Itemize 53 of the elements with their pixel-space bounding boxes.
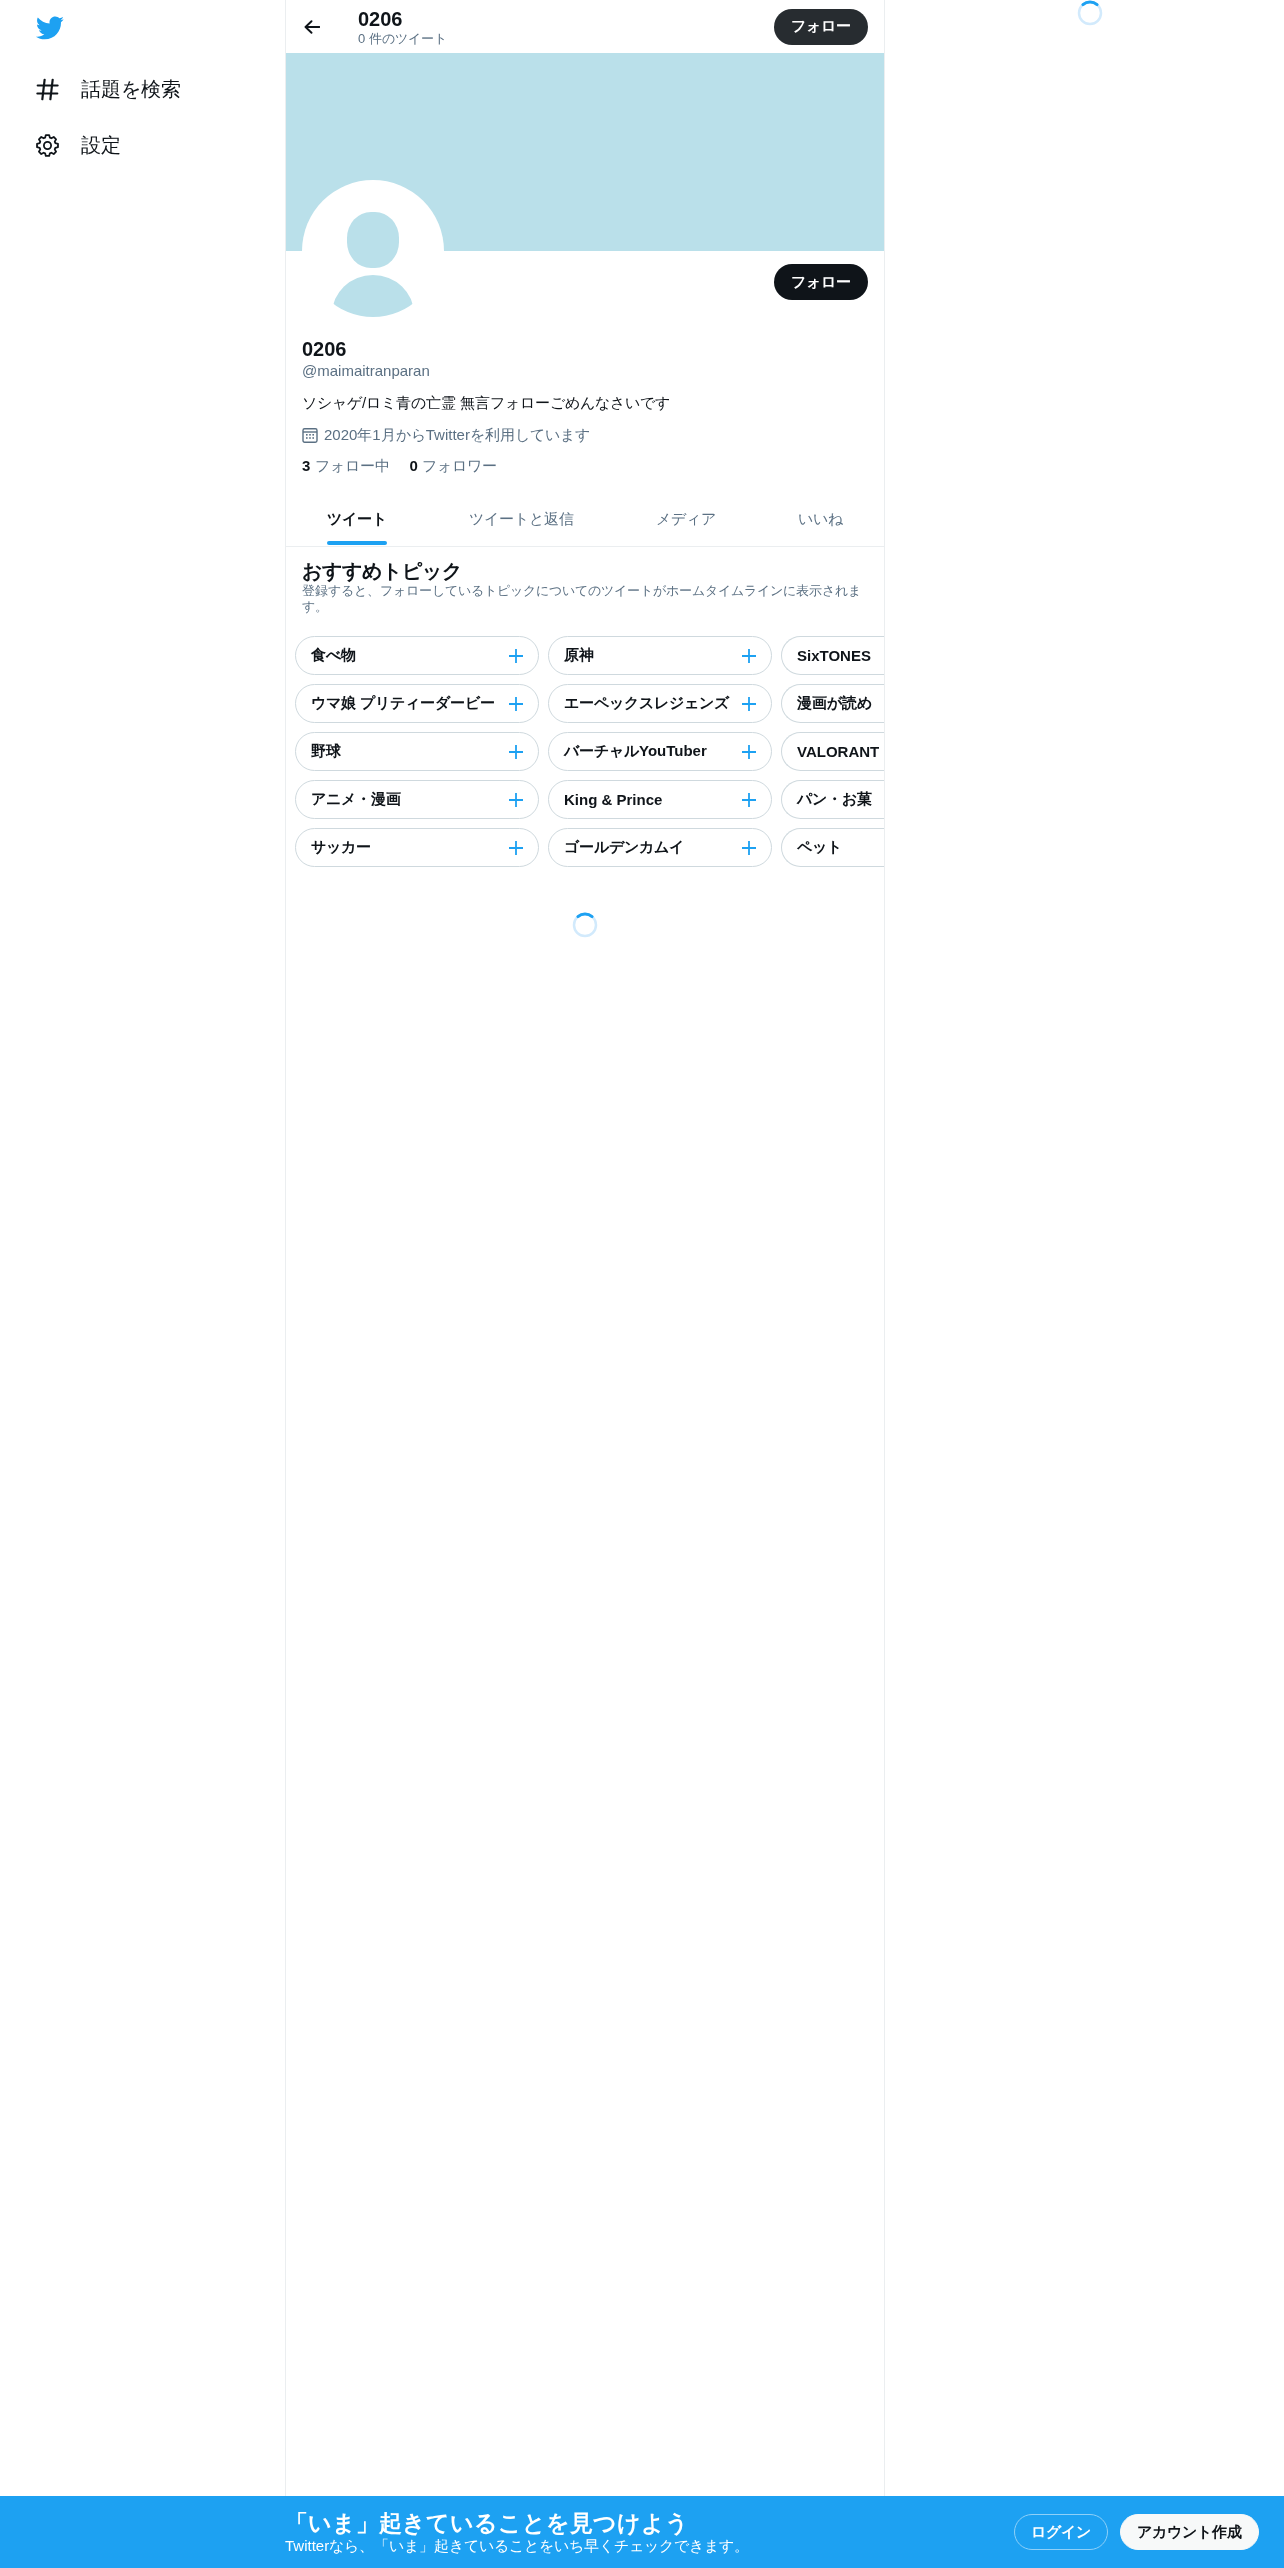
topic-chip[interactable]: エーペックスレジェンズ <box>548 684 772 723</box>
calendar-icon <box>302 427 318 443</box>
profile-bio: ソシャゲ/ロミ青の亡霊 無言フォローごめんなさいです <box>302 393 671 413</box>
plus-icon <box>742 840 756 855</box>
topic-chip[interactable]: サッカー <box>295 828 539 867</box>
plus-icon <box>742 696 756 711</box>
topic-chip[interactable]: ペット <box>781 828 884 867</box>
sidebar-item[interactable]: 設定 <box>35 117 181 173</box>
profile-tab[interactable]: ツイート <box>286 493 428 546</box>
topic-chip[interactable]: 食べ物 <box>295 636 539 675</box>
plus-icon <box>509 744 523 759</box>
plus-icon <box>742 792 756 807</box>
topic-chip[interactable]: ゴールデンカムイ <box>548 828 772 867</box>
topics-description: 登録すると、フォローしているトピックについてのツイートがホームタイムラインに表示されます。 <box>302 583 862 615</box>
topic-chip[interactable]: アニメ・漫画 <box>295 780 539 819</box>
plus-icon <box>509 648 523 663</box>
profile-tab[interactable]: いいね <box>757 493 884 546</box>
plus-icon <box>742 648 756 663</box>
profile-handle: @maimaitranparan <box>302 361 430 381</box>
topic-chip[interactable]: 野球 <box>295 732 539 771</box>
topic-chip[interactable]: パン・お菓 <box>781 780 884 819</box>
followers-link[interactable]: 0 フォロワー <box>409 456 498 476</box>
plus-icon <box>509 840 523 855</box>
topic-chip[interactable]: 原神 <box>548 636 772 675</box>
bird-icon[interactable] <box>35 16 64 40</box>
settings-icon <box>36 133 59 157</box>
hashtag-icon <box>36 77 59 101</box>
plus-icon <box>742 744 756 759</box>
plus-icon <box>509 696 523 711</box>
plus-icon <box>509 792 523 807</box>
following-link[interactable]: 3 フォロー中 <box>302 456 390 476</box>
topics-title: おすすめトピック <box>302 559 462 583</box>
back-arrow-icon[interactable] <box>304 19 320 34</box>
join-date: 2020年1月からTwitterを利用しています <box>324 425 590 445</box>
topic-chip[interactable]: VALORANT <box>781 732 884 771</box>
loading-spinner-icon <box>1076 0 1103 26</box>
topic-chip[interactable]: King & Prince <box>548 780 772 819</box>
loading-spinner-icon <box>572 912 598 938</box>
follow-button[interactable]: フォロー <box>774 8 868 45</box>
topic-chip[interactable]: バーチャルYouTuber <box>548 732 772 771</box>
signup-button[interactable]: アカウント作成 <box>1120 2514 1259 2550</box>
header-title: 0206 <box>358 6 403 31</box>
profile-name: 0206 <box>302 337 347 361</box>
topic-chip[interactable]: 漫画が読め <box>781 684 884 723</box>
topic-chip[interactable]: ウマ娘 プリティーダービー <box>295 684 539 723</box>
banner-subtitle: Twitterなら、「いま」起きていることをいち早くチェックできます。 <box>285 2537 750 2555</box>
follow-button[interactable]: フォロー <box>774 264 868 300</box>
topic-chip[interactable]: SixTONES <box>781 636 884 675</box>
profile-tab[interactable]: ツイートと返信 <box>428 493 615 546</box>
tweet-count: 0 件のツイート <box>358 30 447 47</box>
profile-tab[interactable]: メディア <box>615 493 757 546</box>
sidebar-item[interactable]: 話題を検索 <box>35 61 181 117</box>
banner-title: 「いま」起きていることを見つけよう <box>285 2509 689 2537</box>
